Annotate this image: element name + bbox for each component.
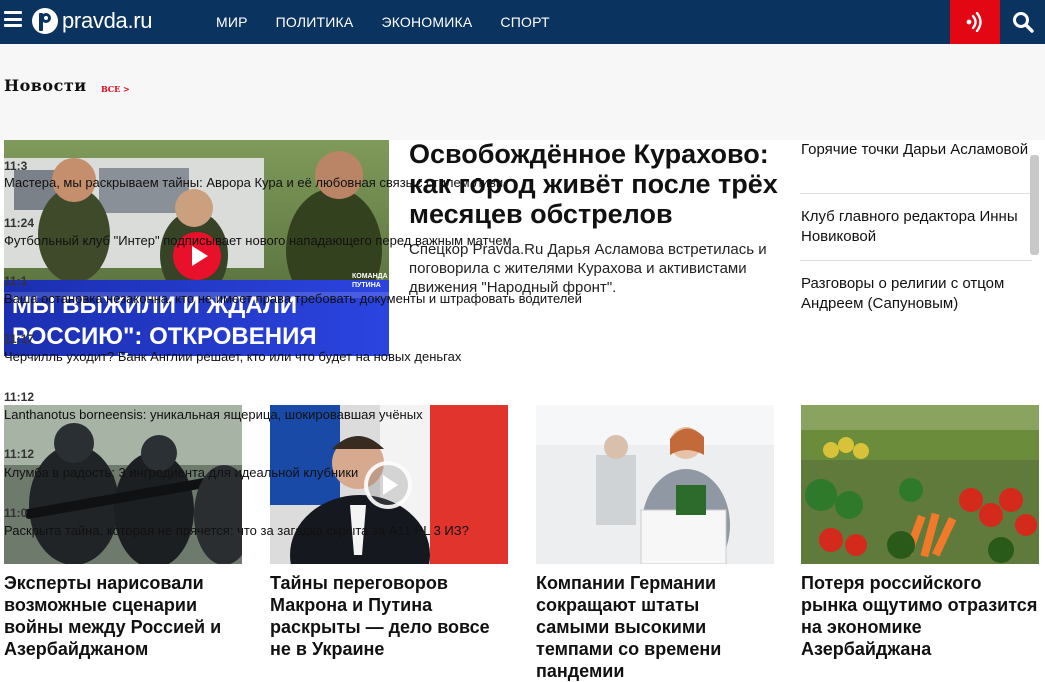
feed-time: 11:3 <box>4 159 28 173</box>
feed-time: 11:1 <box>4 274 28 288</box>
card-headline[interactable]: Потеря российского рынка ощутимо отразит… <box>801 572 1039 660</box>
card-photo <box>4 405 242 564</box>
feature-badge: КОМАНДА ПУТИНА <box>352 273 388 289</box>
feed-item[interactable]: Клумба в радость: 3 ингредиента для идеа… <box>4 465 358 480</box>
card-headline[interactable]: Тайны переговоров Макрона и Путина раскр… <box>270 572 508 660</box>
news-card[interactable]: Потеря российского рынка ощутимо отразит… <box>801 405 1039 660</box>
feed-time: 11:0 <box>4 506 28 520</box>
nav-item-sport[interactable]: СПОРТ <box>500 14 549 30</box>
right-rubrics-list: Горячие точки Дарьи Асламовой Клуб главн… <box>800 140 1032 328</box>
scrollbar[interactable] <box>1030 155 1039 255</box>
search-button[interactable] <box>1000 0 1045 44</box>
feed-time: 11:12 <box>4 447 35 461</box>
news-card[interactable]: Компании Германии сокращают штаты самыми… <box>536 405 774 682</box>
menu-icon[interactable] <box>4 11 22 27</box>
card-headline[interactable]: Эксперты нарисовали возможные сценарии в… <box>4 572 242 660</box>
card-photo <box>536 405 774 564</box>
feed-time: 11:24 <box>4 216 35 230</box>
feed-item[interactable]: Lanthanotus borneensis: уникальная ящери… <box>4 407 423 422</box>
live-broadcast-button[interactable] <box>950 0 1000 44</box>
nav-item-world[interactable]: МИР <box>216 14 248 30</box>
rubric-item[interactable]: Разговоры о религии с отцом Андреем (Сап… <box>800 261 1032 328</box>
feature-lead: Спецкор Pravda.Ru Дарья Асламова встрети… <box>409 241 767 296</box>
feed-item[interactable]: Черчилль уходит? Банк Англии решает, кто… <box>4 349 461 364</box>
news-section-title: Новости <box>4 76 87 95</box>
nav-item-economy[interactable]: ЭКОНОМИКА <box>381 14 472 30</box>
news-section-header <box>0 44 1045 140</box>
rubric-item[interactable]: Клуб главного редактора Инны Новиковой <box>800 194 1032 261</box>
main-nav: МИР ПОЛИТИКА ЭКОНОМИКА СПОРТ <box>216 0 578 44</box>
pravda-logo-icon <box>32 8 58 34</box>
nav-item-politics[interactable]: ПОЛИТИКА <box>276 14 354 30</box>
top-navigation-bar: pravda.ru МИР ПОЛИТИКА ЭКОНОМИКА СПОРТ <box>0 0 1045 44</box>
broadcast-icon <box>966 12 982 32</box>
news-all-link[interactable]: ВСЕ > <box>101 84 130 94</box>
search-icon <box>1012 12 1034 33</box>
card-headline[interactable]: Компании Германии сокращают штаты самыми… <box>536 572 774 682</box>
feed-item[interactable]: Мастера, мы раскрываем тайны: Аврора Кур… <box>4 175 503 190</box>
rubric-item[interactable]: Горячие точки Дарьи Асламовой <box>800 140 1032 194</box>
feed-time: 11:17 <box>4 332 35 346</box>
feed-item[interactable]: Ваша остановка незаконна, кто не имеет п… <box>4 291 582 306</box>
feed-time: 11:12 <box>4 390 35 404</box>
feature-video-thumbnail[interactable]: МЫ ВЫЖИЛИ И ЖДАЛИ РОССИЮ": ОТКРОВЕНИЯ ЖИ… <box>4 140 389 356</box>
logo-text: pravda.ru <box>62 8 153 33</box>
feed-item[interactable]: Раскрыта тайна, которая не прячется: что… <box>4 523 469 538</box>
card-photo <box>801 405 1039 564</box>
feed-item[interactable]: Футбольный клуб "Интер" подписывает ново… <box>4 233 512 248</box>
site-logo[interactable]: pravda.ru <box>32 6 153 36</box>
play-icon[interactable] <box>364 461 412 509</box>
